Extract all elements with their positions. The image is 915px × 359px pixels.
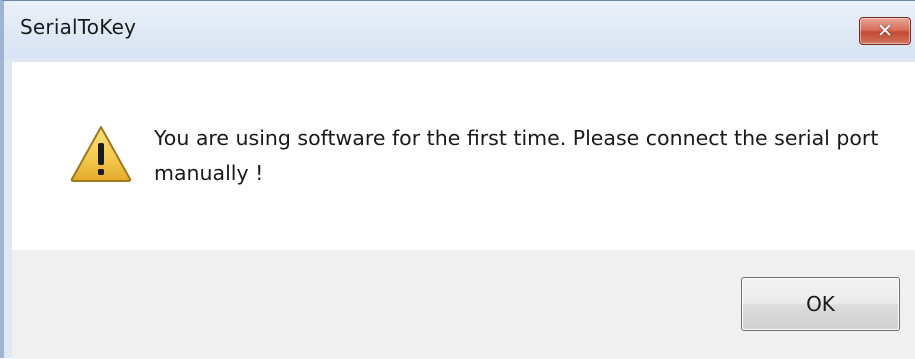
title-bar[interactable]: SerialToKey ✕: [4, 1, 915, 58]
button-bar: OK: [12, 250, 915, 359]
close-icon: ✕: [877, 19, 893, 42]
warning-icon: [70, 126, 132, 182]
message-area: You are using software for the first tim…: [12, 62, 915, 250]
message-text: You are using software for the first tim…: [154, 126, 879, 185]
dialog-content: You are using software for the first tim…: [12, 62, 915, 359]
window-title: SerialToKey: [20, 15, 137, 39]
message-box-window: SerialToKey ✕ You are using software for…: [0, 0, 915, 359]
close-button[interactable]: ✕: [859, 17, 911, 45]
ok-button[interactable]: OK: [741, 277, 900, 331]
